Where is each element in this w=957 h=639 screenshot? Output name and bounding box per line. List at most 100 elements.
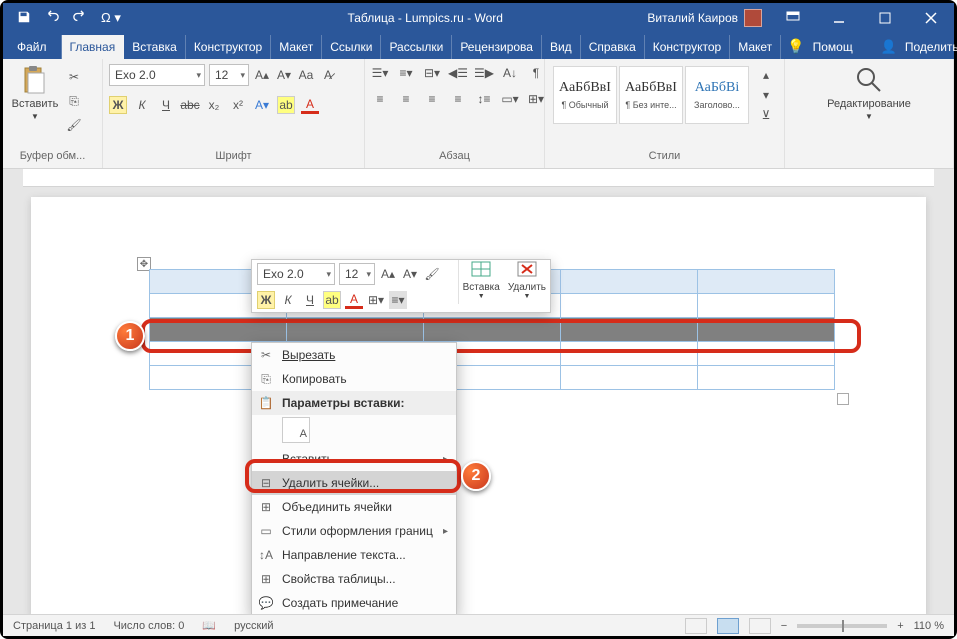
mini-grow-icon[interactable]: A▴ [379,265,397,283]
view-read-icon[interactable] [685,618,707,634]
view-print-icon[interactable] [717,618,739,634]
superscript-button[interactable]: x² [229,96,247,114]
highlight-icon[interactable]: ab [277,96,295,114]
align-right-icon[interactable]: ≡ [423,90,441,108]
zoom-out-icon[interactable]: − [781,620,787,632]
paste-keep-text-icon[interactable]: A [282,417,310,443]
line-spacing-icon[interactable]: ↕≡ [475,90,493,108]
bullets-icon[interactable]: ☰▾ [371,64,389,82]
view-web-icon[interactable] [749,618,771,634]
tell-me[interactable]: Помощ [813,40,853,54]
zoom-slider[interactable] [797,624,887,628]
mini-font-combo[interactable]: Exo 2.0 [257,263,335,285]
sort-icon[interactable]: A↓ [501,64,519,82]
ruler[interactable] [23,169,934,187]
user-area[interactable]: Виталий Каиров [647,9,770,27]
editing-button[interactable]: Редактирование ▼ [843,64,895,121]
mini-insert-button[interactable]: Вставка▼ [459,260,504,312]
underline-button[interactable]: Ч [157,96,175,114]
mini-shrink-icon[interactable]: A▾ [401,265,419,283]
clear-format-icon[interactable]: A̷ [319,66,337,84]
tab-design[interactable]: Конструктор [186,35,271,59]
tab-table-layout[interactable]: Макет [730,35,781,59]
strike-button[interactable]: abc [181,96,199,114]
mini-underline[interactable]: Ч [301,291,319,309]
mini-painter-icon[interactable]: 🖌 [423,265,441,283]
tab-references[interactable]: Ссылки [322,35,381,59]
copy-icon[interactable]: ⎘ [65,92,83,110]
lightbulb-icon[interactable]: 💡 [787,38,804,55]
status-page[interactable]: Страница 1 из 1 [13,620,95,632]
tab-mailings[interactable]: Рассылки [381,35,452,59]
shrink-font-icon[interactable]: A▾ [275,66,293,84]
zoom-in-icon[interactable]: + [897,620,903,632]
format-painter-icon[interactable]: 🖌 [65,116,83,134]
mini-size-combo[interactable]: 12 [339,263,375,285]
tab-insert[interactable]: Вставка [124,35,186,59]
redo-icon[interactable] [73,10,87,24]
ctx-merge-cells[interactable]: ⊞Объединить ячейки [252,495,456,519]
align-left-icon[interactable]: ≡ [371,90,389,108]
mini-delete-button[interactable]: Удалить▼ [504,260,550,312]
style-nospacing[interactable]: АаБбВвІ¶ Без инте... [619,66,683,124]
grow-font-icon[interactable]: A▴ [253,66,271,84]
italic-button[interactable]: К [133,96,151,114]
align-center-icon[interactable]: ≡ [397,90,415,108]
numbering-icon[interactable]: ≡▾ [397,64,415,82]
mini-highlight-icon[interactable]: ab [323,291,341,309]
mini-bold[interactable]: Ж [257,291,275,309]
multilevel-icon[interactable]: ⊟▾ [423,64,441,82]
justify-icon[interactable]: ≡ [449,90,467,108]
status-language[interactable]: русский [234,620,273,632]
cut-icon[interactable]: ✂ [65,68,83,86]
save-icon[interactable] [17,10,31,24]
ctx-delete-cells[interactable]: ⊟Удалить ячейки... [252,471,456,495]
change-case-icon[interactable]: Aa [297,66,315,84]
text-effects-icon[interactable]: A▾ [253,96,271,114]
ctx-copy[interactable]: ⎘Копировать [252,367,456,391]
style-heading[interactable]: АаБбВіЗаголово... [685,66,749,124]
shading-icon[interactable]: ▭▾ [501,90,519,108]
ctx-text-direction[interactable]: ↕AНаправление текста... [252,543,456,567]
undo-icon[interactable] [45,10,59,24]
omega-icon[interactable]: Ω ▾ [101,10,121,26]
font-size-combo[interactable]: 12 [209,64,249,86]
mini-fontcolor-icon[interactable]: A [345,291,363,309]
tab-table-design[interactable]: Конструктор [645,35,730,59]
borders-icon[interactable]: ⊞▾ [527,90,545,108]
font-color-icon[interactable]: A [301,96,319,114]
tab-review[interactable]: Рецензирова [452,35,542,59]
share-icon[interactable]: 👤 [881,39,897,55]
bold-button[interactable]: Ж [109,96,127,114]
ctx-cut[interactable]: ✂Вырезать [252,343,456,367]
styles-down-icon[interactable]: ▾ [757,86,775,104]
share-button[interactable]: Поделиться [905,40,957,54]
minimize-button[interactable] [816,3,862,33]
style-normal[interactable]: АаБбВвІ¶ Обычный [553,66,617,124]
maximize-button[interactable] [862,3,908,33]
tab-layout[interactable]: Макет [271,35,322,59]
mini-border-icon[interactable]: ⊞▾ [367,291,385,309]
paste-button[interactable]: Вставить ▼ [9,64,61,121]
styles-up-icon[interactable]: ▴ [757,66,775,84]
ctx-table-properties[interactable]: ⊞Свойства таблицы... [252,567,456,591]
tab-help[interactable]: Справка [581,35,645,59]
status-words[interactable]: Число слов: 0 [113,620,184,632]
mini-italic[interactable]: К [279,291,297,309]
ctx-insert[interactable]: Вставить▸ [252,447,456,471]
font-name-combo[interactable]: Exo 2.0 [109,64,205,86]
inc-indent-icon[interactable]: ☰▶ [475,64,493,82]
tab-home[interactable]: Главная [62,35,125,59]
pilcrow-icon[interactable]: ¶ [527,64,545,82]
close-button[interactable] [908,3,954,33]
table-resize-handle[interactable] [837,393,849,405]
zoom-level[interactable]: 110 % [914,620,944,632]
ctx-border-styles[interactable]: ▭Стили оформления границ▸ [252,519,456,543]
tab-file[interactable]: Файл [3,35,62,59]
ctx-new-comment[interactable]: 💬Создать примечание [252,591,456,615]
subscript-button[interactable]: x₂ [205,96,223,114]
dec-indent-icon[interactable]: ◀☰ [449,64,467,82]
status-spellcheck-icon[interactable]: 📖 [202,619,216,632]
mini-align-icon[interactable]: ≡▾ [389,291,407,309]
ribbon-options-icon[interactable] [770,3,816,33]
